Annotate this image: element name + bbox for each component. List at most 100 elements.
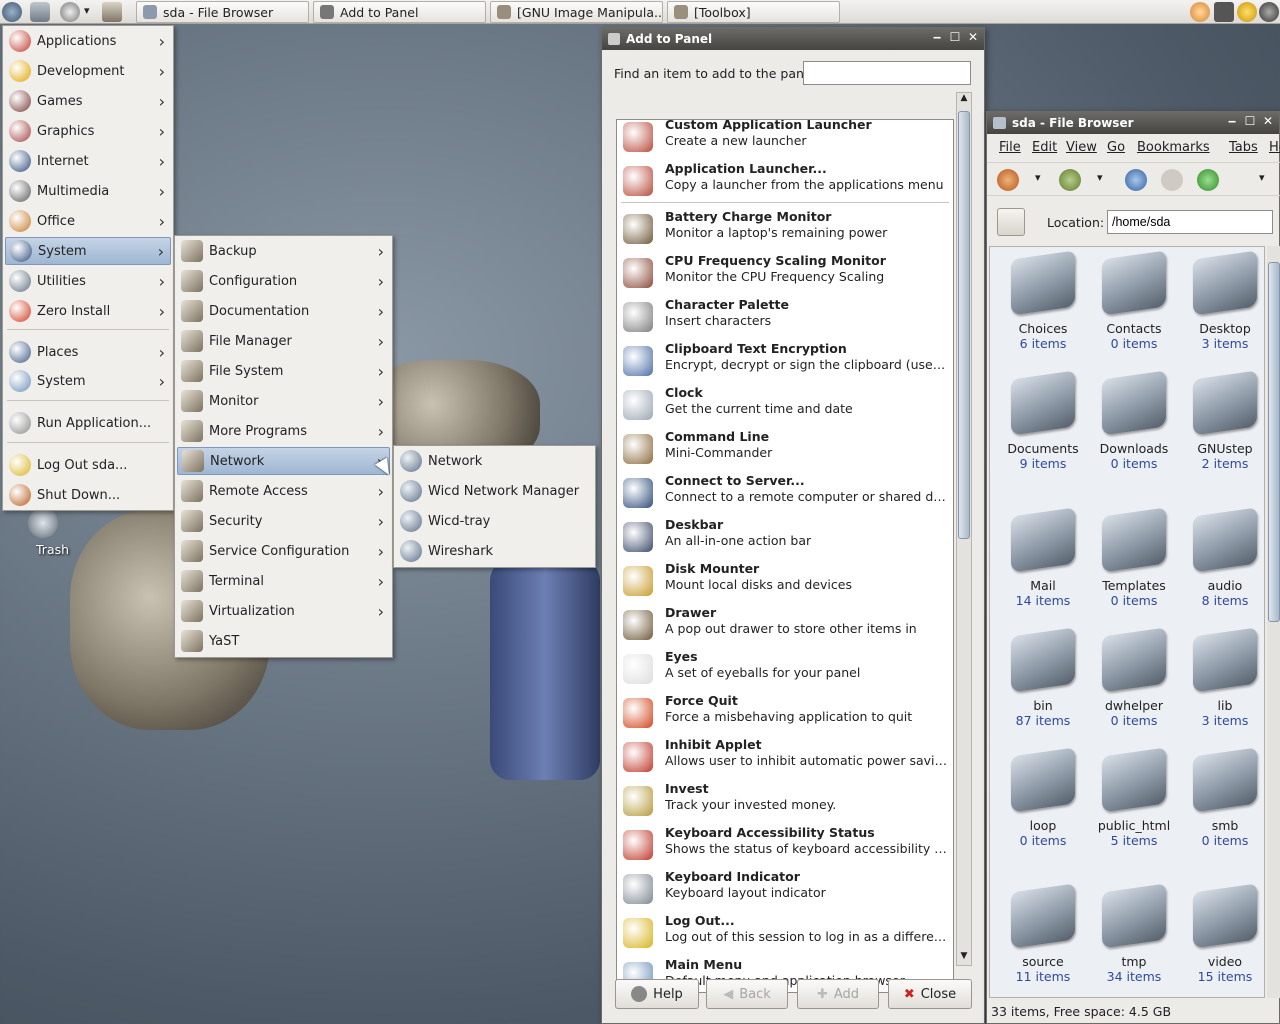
- folder-downloads[interactable]: Downloads 0 items: [1089, 370, 1179, 471]
- file-browser-titlebar[interactable]: sda - File Browser ‒ ☐ ✕: [987, 112, 1279, 134]
- trash-label[interactable]: Trash: [36, 542, 69, 557]
- main-menu-item-system[interactable]: System ›: [5, 237, 171, 265]
- folder-dwhelper[interactable]: dwhelper 0 items: [1089, 627, 1179, 728]
- system-menu-item-network[interactable]: Network ›: [177, 447, 390, 475]
- panel-item-clock[interactable]: Clock Get the current time and date: [617, 382, 953, 426]
- chevron-down-icon[interactable]: ▾: [1035, 171, 1041, 184]
- folder-gnustep[interactable]: GNUstep 2 items: [1180, 370, 1264, 471]
- file-grid[interactable]: Choices 6 items Contacts 0 items Desktop 3 it…: [989, 246, 1265, 998]
- list-scrollbar[interactable]: ▲ ▼: [956, 92, 972, 966]
- trash-icon[interactable]: [28, 508, 58, 538]
- main-menu-item-applications[interactable]: Applications ›: [5, 27, 171, 55]
- main-menu-item-multimedia[interactable]: Multimedia ›: [5, 177, 171, 205]
- help-button[interactable]: Help: [615, 979, 699, 1009]
- menu-bookmarks[interactable]: Bookmarks: [1137, 140, 1210, 155]
- file-grid-scrollbar[interactable]: [1267, 246, 1280, 998]
- minimize-icon[interactable]: ‒: [1225, 114, 1239, 128]
- main-menu-icon[interactable]: [2, 2, 22, 22]
- panel-item-drawer[interactable]: Drawer A pop out drawer to store other it…: [617, 602, 953, 646]
- folder-audio[interactable]: audio 8 items: [1180, 507, 1264, 608]
- folder-desktop[interactable]: Desktop 3 items: [1180, 250, 1264, 351]
- menu-view[interactable]: View: [1066, 140, 1097, 155]
- up-icon[interactable]: [1125, 169, 1147, 191]
- system-menu-item-documentation[interactable]: Documentation ›: [177, 297, 390, 325]
- main-menu-item-internet[interactable]: Internet ›: [5, 147, 171, 175]
- back-button[interactable]: ◀ Back: [706, 979, 788, 1009]
- forward-icon[interactable]: [1059, 169, 1081, 191]
- maximize-icon[interactable]: ☐: [1243, 114, 1257, 128]
- task-file-browser[interactable]: sda - File Browser: [136, 1, 309, 23]
- scroll-down-icon[interactable]: ▼: [957, 951, 971, 965]
- panel-item-custom-application-launcher[interactable]: Custom Application Launcher Create a new …: [617, 120, 953, 158]
- system-menu-item-more-programs[interactable]: More Programs ›: [177, 417, 390, 445]
- folder-templates[interactable]: Templates 0 items: [1089, 507, 1179, 608]
- main-menu-item-system[interactable]: System ›: [5, 367, 171, 395]
- task-add-to-panel[interactable]: Add to Panel: [313, 1, 486, 23]
- chevron-down-icon[interactable]: ▾: [1097, 171, 1103, 184]
- panel-item-keyboard-indicator[interactable]: Keyboard Indicator Keyboard layout indica…: [617, 866, 953, 910]
- folder-tmp[interactable]: tmp 34 items: [1089, 883, 1179, 984]
- close-icon[interactable]: ✕: [1261, 114, 1275, 128]
- folder-lib[interactable]: lib 3 items: [1180, 627, 1264, 728]
- system-menu-item-file-system[interactable]: File System ›: [177, 357, 390, 385]
- folder-public-html[interactable]: public_html 5 items: [1089, 747, 1179, 848]
- main-menu-item-run-application[interactable]: Run Application...: [5, 409, 171, 437]
- panel-item-cpu-frequency-scaling-monitor[interactable]: CPU Frequency Scaling Monitor Monitor the…: [617, 250, 953, 294]
- menu-go[interactable]: Go: [1107, 140, 1125, 155]
- panel-item-log-out[interactable]: Log Out... Log out of this session to log…: [617, 910, 953, 954]
- dialog-titlebar[interactable]: Add to Panel ‒ ☐ ✕: [602, 28, 984, 50]
- menu-tabs[interactable]: Tabs: [1229, 140, 1258, 155]
- network-menu-item-wireshark[interactable]: Wireshark: [396, 537, 593, 565]
- main-menu-item-places[interactable]: Places ›: [5, 338, 171, 366]
- system-menu-item-terminal[interactable]: Terminal ›: [177, 567, 390, 595]
- user-icon[interactable]: [1259, 2, 1279, 22]
- launcher-icon[interactable]: [30, 2, 50, 22]
- scrollbar-thumb[interactable]: [958, 111, 970, 539]
- main-menu-item-log-out-sda[interactable]: Log Out sda...: [5, 451, 171, 479]
- folder-choices[interactable]: Choices 6 items: [998, 250, 1088, 351]
- panel-item-command-line[interactable]: Command Line Mini-Commander: [617, 426, 953, 470]
- back-icon[interactable]: [997, 169, 1019, 191]
- folder-mail[interactable]: Mail 14 items: [998, 507, 1088, 608]
- panel-item-eyes[interactable]: Eyes A set of eyeballs for your panel: [617, 646, 953, 690]
- folder-smb[interactable]: smb 0 items: [1180, 747, 1264, 848]
- drive-icon[interactable]: [102, 2, 122, 22]
- stop-icon[interactable]: [1161, 169, 1183, 191]
- gimp-launcher-icon[interactable]: [60, 2, 80, 22]
- network-menu-item-wicd-tray[interactable]: Wicd-tray: [396, 507, 593, 535]
- panel-item-list[interactable]: Custom Application Launcher Create a new …: [616, 119, 954, 993]
- system-menu-item-remote-access[interactable]: Remote Access ›: [177, 477, 390, 505]
- weather-icon[interactable]: [1237, 2, 1257, 22]
- location-input[interactable]: [1107, 210, 1273, 234]
- system-menu-item-service-configuration[interactable]: Service Configuration ›: [177, 537, 390, 565]
- menu-file[interactable]: File: [999, 140, 1021, 155]
- main-menu-item-office[interactable]: Office ›: [5, 207, 171, 235]
- panel-item-character-palette[interactable]: Character Palette Insert characters: [617, 294, 953, 338]
- panel-item-battery-charge-monitor[interactable]: Battery Charge Monitor Monitor a laptop's…: [617, 206, 953, 250]
- folder-bin[interactable]: bin 87 items: [998, 627, 1088, 728]
- main-menu-item-graphics[interactable]: Graphics ›: [5, 117, 171, 145]
- scrollbar-thumb[interactable]: [1268, 262, 1280, 622]
- add-button[interactable]: ✚ Add: [797, 979, 879, 1009]
- scroll-up-icon[interactable]: ▲: [957, 93, 971, 107]
- search-icon[interactable]: [1190, 2, 1210, 22]
- panel-item-clipboard-text-encryption[interactable]: Clipboard Text Encryption Encrypt, decryp…: [617, 338, 953, 382]
- panel-item-keyboard-accessibility-status[interactable]: Keyboard Accessibility Status Shows the s…: [617, 822, 953, 866]
- network-menu-item-network[interactable]: Network: [396, 447, 593, 475]
- find-input[interactable]: [803, 61, 971, 85]
- minimize-icon[interactable]: ‒: [930, 30, 944, 44]
- panel-item-force-quit[interactable]: Force Quit Force a misbehaving applicatio…: [617, 690, 953, 734]
- main-menu-item-shut-down[interactable]: Shut Down...: [5, 481, 171, 509]
- system-menu-item-virtualization[interactable]: Virtualization ›: [177, 597, 390, 625]
- system-menu-item-security[interactable]: Security ›: [177, 507, 390, 535]
- reload-icon[interactable]: [1197, 169, 1219, 191]
- system-menu-item-configuration[interactable]: Configuration ›: [177, 267, 390, 295]
- panel-item-invest[interactable]: Invest Track your invested money.: [617, 778, 953, 822]
- menu-help[interactable]: Help: [1269, 140, 1280, 155]
- panel-item-connect-to-server[interactable]: Connect to Server... Connect to a remote …: [617, 470, 953, 514]
- system-menu-item-yast[interactable]: YaST: [177, 627, 390, 655]
- location-toggle-icon[interactable]: [997, 208, 1025, 236]
- panel-item-application-launcher[interactable]: Application Launcher... Copy a launcher f…: [617, 158, 953, 202]
- system-menu-item-monitor[interactable]: Monitor ›: [177, 387, 390, 415]
- folder-contacts[interactable]: Contacts 0 items: [1089, 250, 1179, 351]
